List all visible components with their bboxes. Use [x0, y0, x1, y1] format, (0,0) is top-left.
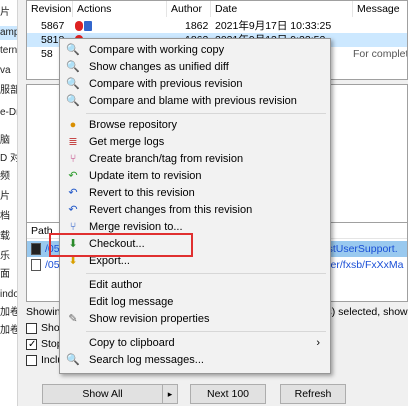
column-header-date[interactable]: Date: [211, 1, 353, 17]
stop-checkbox[interactable]: [26, 337, 37, 353]
menu-item-edit-author[interactable]: Edit author: [62, 277, 328, 294]
explorer-item[interactable]: 载: [0, 230, 17, 244]
magnifier-icon: 🔍: [66, 78, 80, 90]
menu-item-compare-working-copy[interactable]: 🔍 Compare with working copy: [62, 42, 328, 59]
explorer-item[interactable]: 片: [0, 190, 17, 204]
explorer-item[interactable]: va: [0, 64, 17, 78]
magnifier-icon: 🔍: [66, 61, 80, 73]
menu-item-label: Compare with previous revision: [89, 78, 243, 90]
revert-changes-icon: ↶: [68, 204, 78, 216]
show-all-dropdown-button[interactable]: ▸: [162, 384, 178, 404]
magnifier-icon: 🔍: [66, 44, 80, 56]
explorer-item[interactable]: 加卷: [0, 306, 17, 320]
author-cell: 1862: [185, 20, 209, 32]
context-menu: 🔍 Compare with working copy 🔍 Show chang…: [59, 38, 331, 374]
menu-item-copy-to-clipboard[interactable]: Copy to clipboard ›: [62, 335, 328, 352]
search-icon: 🔍: [66, 354, 80, 366]
show-all-button[interactable]: Show All: [42, 384, 162, 404]
menu-item-browse-repository[interactable]: ● Browse repository: [62, 117, 328, 134]
update-icon: ↶: [68, 170, 78, 182]
menu-item-label: Revert to this revision: [89, 187, 195, 199]
revert-icon: ↶: [68, 187, 78, 199]
explorer-item[interactable]: 乐: [0, 250, 17, 264]
message-cell: For complete: [353, 48, 407, 60]
menu-item-label: Copy to clipboard: [89, 337, 175, 349]
explorer-sidebar: 片 amp tern va 服部 e-Dri 脑 D 对 频 片 档 载 乐 面…: [0, 0, 18, 406]
date-cell: 2021年9月17日 10:33:25: [215, 20, 332, 32]
menu-item-label: Browse repository: [89, 119, 178, 131]
file-icon: [31, 259, 41, 271]
explorer-item[interactable]: 加卷: [0, 324, 17, 338]
added-icon: [84, 21, 92, 31]
menu-item-label: Show changes as unified diff: [89, 61, 229, 73]
repo-browser-icon: ●: [69, 119, 77, 131]
menu-separator: [86, 273, 326, 274]
menu-item-label: Update item to revision: [89, 170, 202, 182]
stop-option[interactable]: Stop: [26, 336, 63, 353]
next-100-button[interactable]: Next 100: [190, 384, 266, 404]
explorer-item[interactable]: tern: [0, 44, 17, 58]
explorer-item[interactable]: 面: [0, 268, 17, 282]
column-header-revision[interactable]: Revision: [27, 1, 73, 17]
include-option[interactable]: Inclu: [26, 352, 63, 368]
column-header-actions[interactable]: Actions: [73, 1, 167, 17]
explorer-item[interactable]: e-Dri: [0, 106, 17, 120]
menu-item-merge-logs[interactable]: ≣ Get merge logs: [62, 134, 328, 151]
menu-item-label: Create branch/tag from revision: [89, 153, 244, 165]
status-text: (s) selected, show: [323, 306, 408, 318]
menu-item-label: Edit log message: [89, 296, 174, 308]
menu-item-revert-to-revision[interactable]: ↶ Revert to this revision: [62, 185, 328, 202]
menu-item-label: Revert changes from this revision: [89, 204, 253, 216]
menu-item-search-log-messages[interactable]: 🔍 Search log messages...: [62, 352, 328, 369]
explorer-item[interactable]: 脑: [0, 134, 17, 148]
menu-item-revision-properties[interactable]: ✎ Show revision properties: [62, 311, 328, 328]
compare-blame-icon: 🔍: [66, 95, 80, 107]
menu-item-label: Get merge logs: [89, 136, 165, 148]
action-icons: [75, 21, 92, 31]
path-prefix: /05: [45, 259, 60, 271]
explorer-item[interactable]: 档: [0, 210, 17, 224]
merge-logs-icon: ≣: [68, 136, 78, 148]
menu-item-label: Show revision properties: [89, 313, 210, 325]
properties-icon: ✎: [68, 313, 78, 325]
menu-item-compare-blame[interactable]: 🔍 Compare and blame with previous revisi…: [62, 93, 328, 110]
menu-item-label: Compare and blame with previous revision: [89, 95, 297, 107]
column-header-message[interactable]: Message: [353, 1, 407, 17]
table-row[interactable]: 5867 1862 2021年9月17日 10:33:25: [27, 19, 407, 33]
branch-icon: ⑂: [69, 153, 77, 165]
menu-separator: [86, 331, 326, 332]
file-icon: [31, 243, 41, 255]
explorer-item[interactable]: indo: [0, 288, 17, 302]
explorer-item[interactable]: 频: [0, 170, 17, 184]
submenu-arrow-icon: ›: [316, 337, 320, 349]
explorer-item[interactable]: 服部: [0, 84, 17, 98]
menu-item-create-branch[interactable]: ⑂ Create branch/tag from revision: [62, 151, 328, 168]
show-checkbox[interactable]: [26, 322, 37, 334]
explorer-item[interactable]: amp: [0, 26, 17, 40]
menu-item-unified-diff[interactable]: 🔍 Show changes as unified diff: [62, 59, 328, 76]
menu-separator: [86, 113, 326, 114]
menu-item-revert-changes[interactable]: ↶ Revert changes from this revision: [62, 202, 328, 219]
include-checkbox[interactable]: [26, 354, 37, 366]
explorer-item[interactable]: D 对: [0, 152, 17, 166]
column-header-author[interactable]: Author: [167, 1, 211, 17]
menu-item-label: Edit author: [89, 279, 143, 291]
explorer-item[interactable]: 片: [0, 6, 17, 20]
highlight-box: [49, 233, 193, 257]
menu-item-compare-previous[interactable]: 🔍 Compare with previous revision: [62, 76, 328, 93]
menu-item-update-to-revision[interactable]: ↶ Update item to revision: [62, 168, 328, 185]
modified-icon: [75, 21, 83, 31]
menu-item-edit-log-message[interactable]: Edit log message: [62, 294, 328, 311]
menu-item-label: Search log messages...: [89, 354, 204, 366]
menu-item-label: Compare with working copy: [89, 44, 225, 56]
revision-cell: 58: [41, 48, 53, 60]
revision-cell: 5867: [41, 20, 65, 32]
refresh-button[interactable]: Refresh: [280, 384, 346, 404]
